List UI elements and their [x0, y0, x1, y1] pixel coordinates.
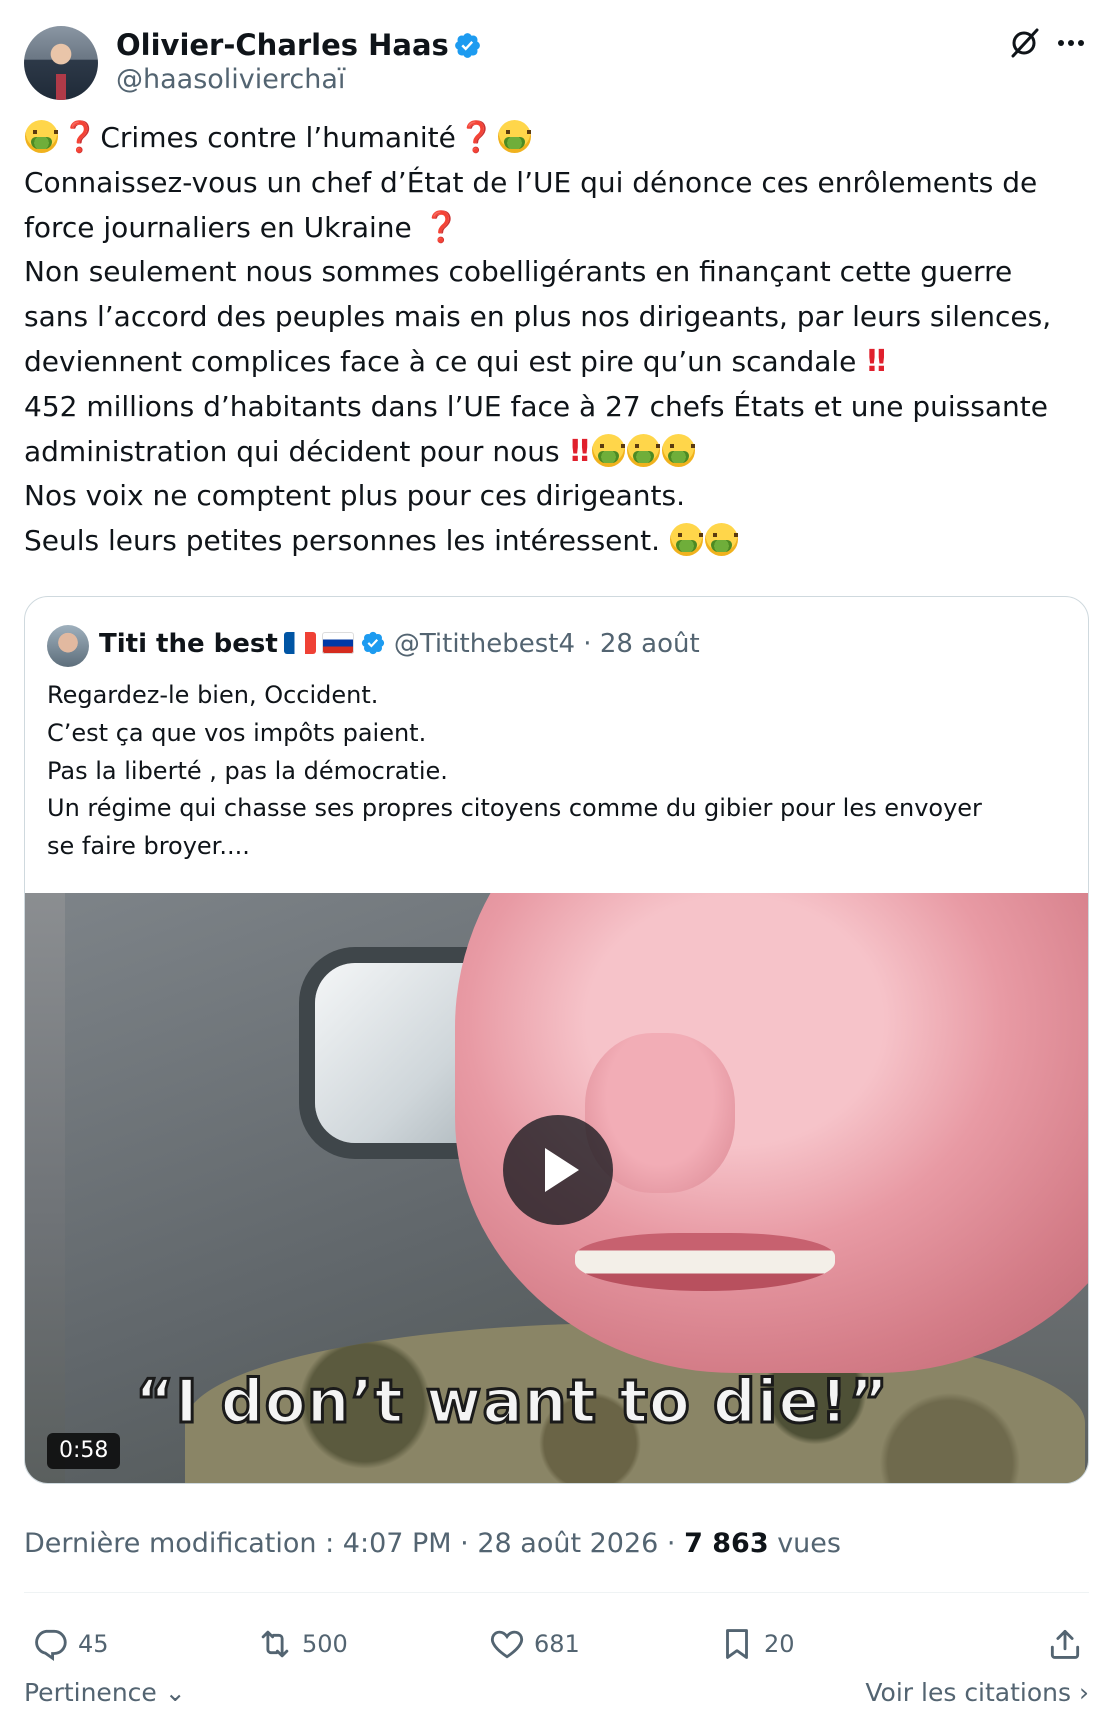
post-line: Non seulement nous sommes cobelligérants…	[24, 255, 1013, 289]
post-meta: Dernière modification : 4:07 PM · 28 aoû…	[24, 1528, 841, 1559]
quoted-post[interactable]: Titi the best @Titithebest4 · 28 août Reg…	[24, 596, 1089, 1484]
verified-badge-icon	[454, 33, 480, 58]
share-icon	[1050, 1629, 1080, 1659]
reply-count: 45	[78, 1630, 109, 1658]
author-handle[interactable]: @haasolivierchaï	[116, 64, 345, 95]
quoted-author-row: Titi the best @Titithebest4 · 28 août	[99, 629, 700, 659]
quoted-post-date[interactable]: 28 août	[600, 629, 700, 659]
face-vomiting-emoji	[592, 433, 626, 467]
quoted-line: Un régime qui chasse ses propres citoyen…	[47, 794, 982, 823]
quoted-author-avatar[interactable]	[47, 625, 89, 667]
reply-button[interactable]: 45	[32, 1616, 109, 1672]
post-line: force journaliers en Ukraine ❓	[24, 206, 1094, 251]
face-vomiting-emoji	[627, 433, 661, 467]
post-line: deviennent complices face à ce qui est p…	[24, 340, 1094, 385]
face-vomiting-emoji	[25, 120, 58, 153]
post-line-text: Crimes contre l’humanité	[100, 121, 456, 154]
post-line: ❓Crimes contre l’humanité❓	[24, 116, 1094, 161]
chevron-right-icon: ›	[1071, 1678, 1089, 1707]
quoted-author-handle[interactable]: @Titithebest4	[394, 629, 575, 659]
heart-icon	[490, 1630, 524, 1659]
like-count: 681	[534, 1630, 580, 1658]
verified-badge-icon	[361, 631, 384, 655]
post-line: Nos voix ne comptent plus pour ces dirig…	[24, 479, 685, 513]
author-name-row[interactable]: Olivier-Charles Haas	[116, 28, 482, 62]
post-line: sans l’accord des peuples mais en plus n…	[24, 300, 1052, 334]
quoted-post-text: Regardez-le bien, Occident. C’est ça que…	[47, 677, 1057, 866]
reply-icon	[35, 1629, 67, 1662]
post-line: 452 millions d’habitants dans l’UE face …	[24, 389, 1048, 423]
quoted-line: Pas la liberté , pas la démocratie.	[47, 756, 448, 785]
sort-dropdown[interactable]: Pertinence ⌄	[24, 1678, 186, 1707]
view-quotes-link[interactable]: Voir les citations ›	[865, 1678, 1089, 1707]
chevron-down-icon: ⌄	[156, 1678, 186, 1707]
quoted-line: Regardez-le bien, Occident.	[47, 681, 379, 709]
replies-footer: Pertinence ⌄ Voir les citations ›	[24, 1678, 1089, 1718]
edited-timestamp[interactable]: Dernière modification : 4:07 PM · 28 aoû…	[24, 1528, 684, 1559]
france-flag-icon	[283, 632, 316, 654]
post-line-text: deviennent complices face à ce qui est p…	[24, 344, 857, 378]
view-quotes-label: Voir les citations	[865, 1678, 1072, 1707]
post-text: ❓Crimes contre l’humanité❓ Connaissez-vo…	[24, 116, 1094, 564]
quoted-author-name[interactable]: Titi the best	[99, 629, 278, 659]
repost-button[interactable]: 500	[256, 1616, 348, 1672]
video-player[interactable]: “I don’t want to die!” 0:58	[25, 893, 1088, 1483]
post-line-text: administration qui décident pour nous	[24, 434, 560, 468]
views-count: 7 863	[684, 1528, 769, 1559]
post-line: Seuls leurs petites personnes les intére…	[24, 519, 1094, 564]
face-vomiting-emoji	[498, 120, 532, 153]
face-vomiting-emoji	[704, 523, 738, 557]
russia-flag-icon	[321, 632, 354, 654]
bookmark-icon	[726, 1629, 748, 1659]
question-mark-emoji: ❓	[457, 120, 496, 155]
double-exclamation-emoji: ‼	[570, 433, 589, 469]
meta-separator: ·	[583, 629, 592, 659]
like-button[interactable]: 681	[488, 1616, 580, 1672]
post-line-text: force journaliers en Ukraine	[24, 210, 412, 244]
more-options-icon[interactable]	[1053, 26, 1089, 60]
bookmark-count: 20	[764, 1630, 795, 1658]
share-button[interactable]	[1046, 1616, 1092, 1672]
views-label: vues	[768, 1528, 841, 1559]
face-vomiting-emoji	[669, 523, 703, 557]
double-exclamation-emoji: ‼	[867, 343, 886, 379]
quoted-line: se faire broyer....	[47, 832, 250, 861]
divider	[24, 1592, 1089, 1593]
author-avatar[interactable]	[24, 26, 98, 100]
quoted-post-header: Titi the best @Titithebest4 · 28 août	[47, 623, 1047, 669]
question-mark-emoji: ❓	[61, 120, 99, 155]
post-line-text: Seuls leurs petites personnes les intére…	[24, 524, 661, 558]
author-name[interactable]: Olivier-Charles Haas	[116, 28, 449, 62]
face-vomiting-emoji	[662, 433, 696, 467]
repost-icon	[261, 1630, 289, 1658]
sort-label: Pertinence	[24, 1678, 157, 1707]
post-header: Olivier-Charles Haas @haasolivierchaï	[24, 22, 1089, 100]
question-mark-emoji: ❓	[422, 209, 461, 245]
video-duration: 0:58	[47, 1433, 121, 1469]
bookmark-button[interactable]: 20	[718, 1616, 795, 1672]
video-caption: “I don’t want to die!”	[134, 1366, 890, 1439]
repost-count: 500	[302, 1630, 348, 1658]
play-icon[interactable]	[503, 1115, 613, 1225]
grok-icon[interactable]	[1007, 26, 1041, 60]
action-bar: 45 500 681 20	[24, 1616, 1089, 1672]
quoted-line: C’est ça que vos impôts paient.	[47, 718, 427, 747]
post-line: administration qui décident pour nous ‼	[24, 430, 1094, 475]
quoted-author-meta: @Titithebest4 · 28 août	[394, 629, 700, 659]
post-line: Connaissez-vous un chef d’État de l’UE q…	[24, 165, 1038, 199]
